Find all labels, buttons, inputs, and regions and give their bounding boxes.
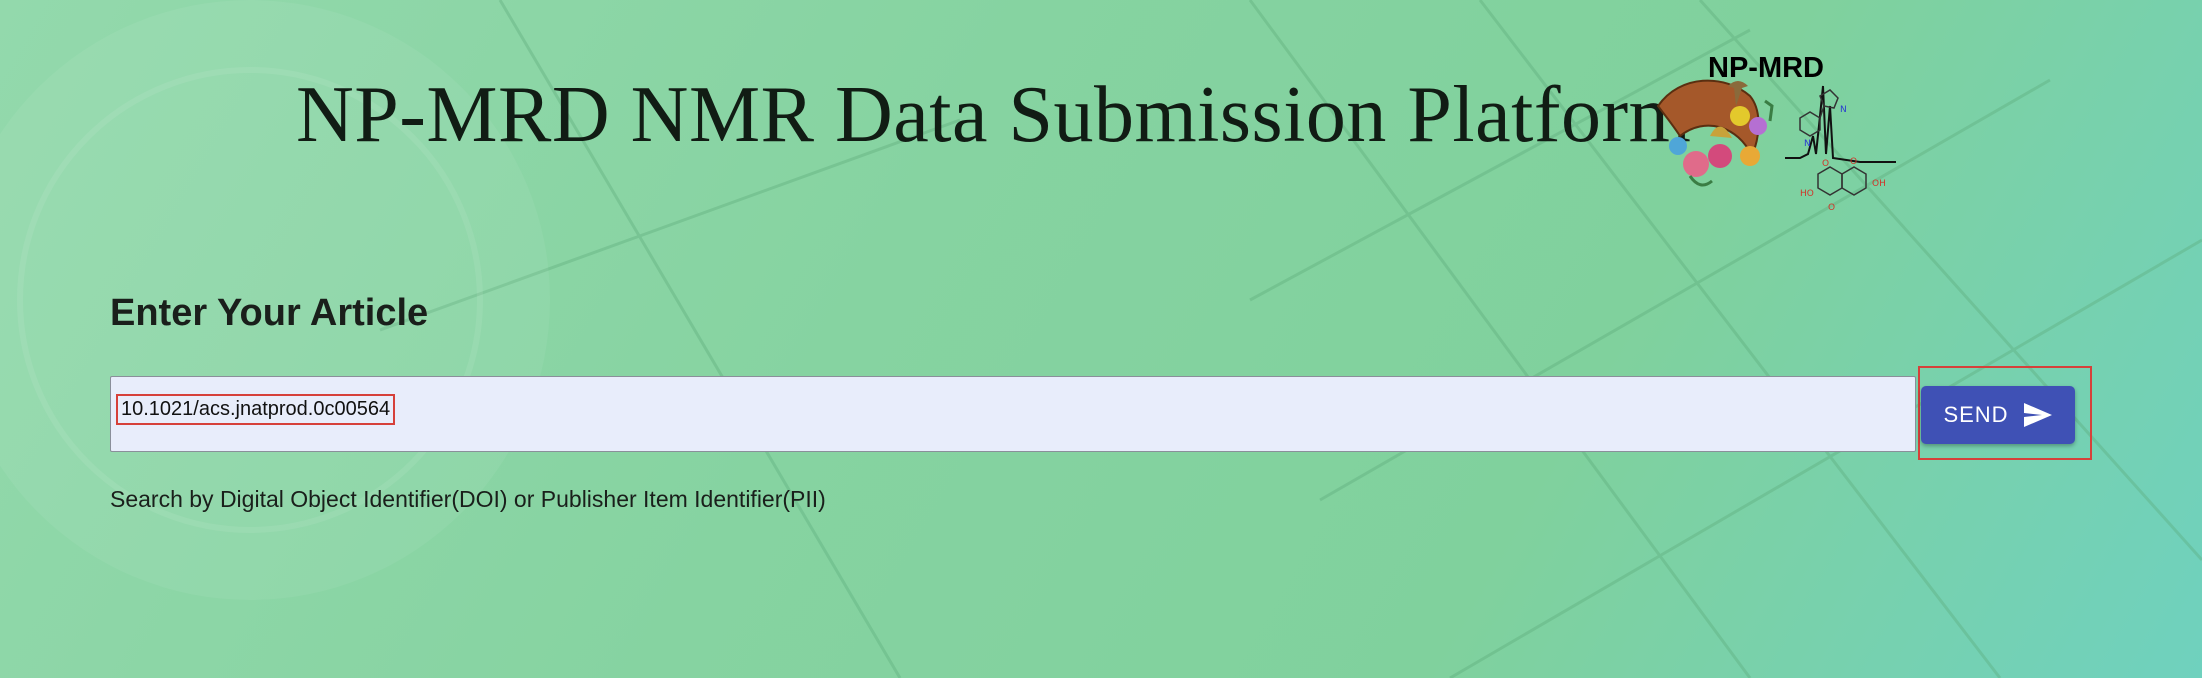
logo-wordmark: NP-MRD — [1708, 52, 1824, 84]
svg-text:O: O — [1828, 203, 1835, 213]
svg-text:O: O — [1822, 159, 1829, 169]
article-search-input[interactable]: 10.1021/acs.jnatprod.0c00564 — [110, 376, 1916, 452]
page-title: NP-MRD NMR Data Submission Platform — [296, 71, 1692, 159]
svg-text:OH: OH — [1872, 179, 1886, 189]
svg-text:N: N — [1804, 139, 1811, 149]
svg-text:HO: HO — [1800, 189, 1814, 199]
send-button[interactable]: SEND — [1921, 386, 2075, 444]
svg-text:O: O — [1850, 157, 1857, 167]
send-icon — [2023, 403, 2052, 427]
send-button-label: SEND — [1943, 402, 2009, 427]
form-heading: Enter Your Article — [110, 292, 429, 334]
helper-text: Search by Digital Object Identifier(DOI)… — [110, 486, 826, 512]
input-value: 10.1021/acs.jnatprod.0c00564 — [116, 394, 396, 425]
svg-text:N: N — [1840, 105, 1847, 115]
